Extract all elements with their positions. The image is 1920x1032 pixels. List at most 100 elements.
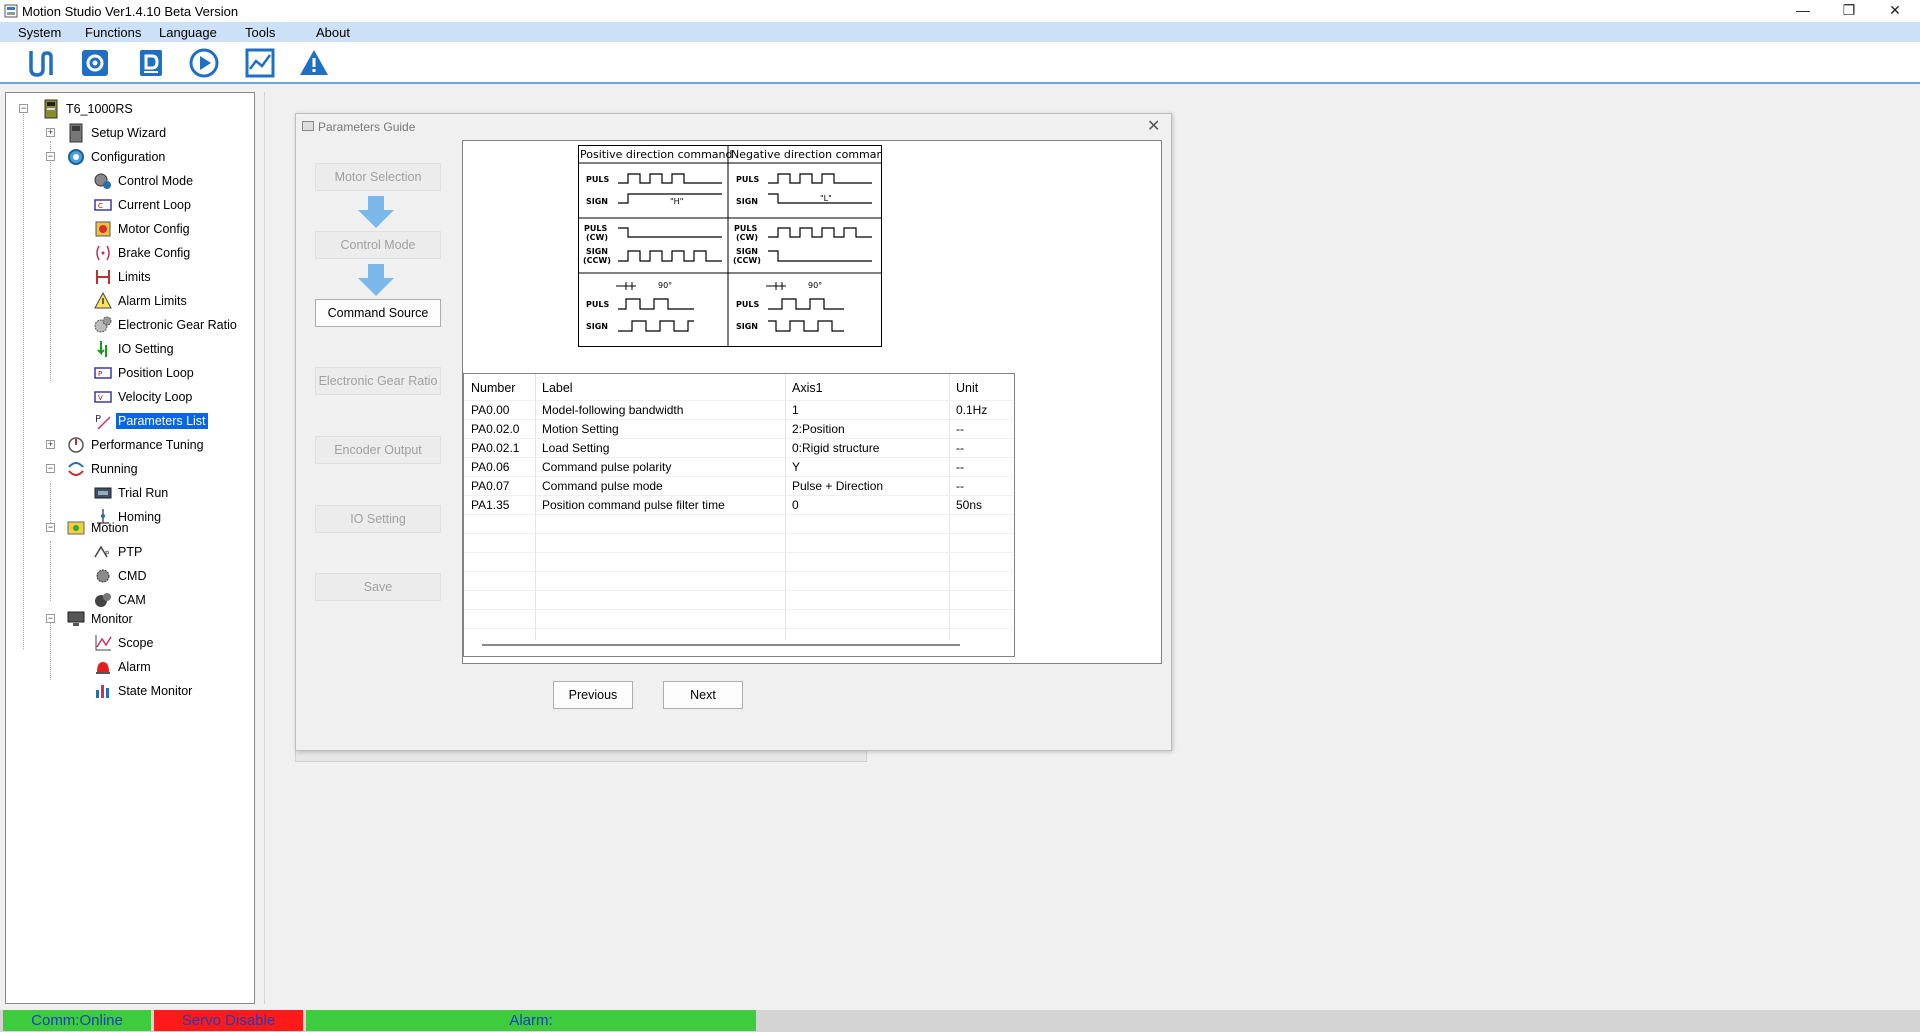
menu-functions[interactable]: Functions: [85, 25, 141, 40]
high-level-label: "H": [670, 197, 683, 206]
motion-icon: [67, 521, 85, 535]
table-row[interactable]: PA0.02.0 Motion Setting 2:Position --: [464, 419, 1014, 438]
project-tree: − T6_1000RS + Setup Wizard − Configurati…: [5, 92, 255, 1004]
cell-value[interactable]: 0: [792, 498, 799, 512]
maximize-button[interactable]: ❐: [1826, 0, 1872, 22]
tree-label: PTP: [118, 545, 143, 559]
step-command-source[interactable]: Command Source: [315, 299, 441, 327]
table-row[interactable]: PA0.00 Model-following bandwidth 1 0.1Hz: [464, 400, 1014, 419]
expand-toggle[interactable]: +: [46, 128, 55, 137]
svg-text:P: P: [105, 550, 109, 558]
positive-direction-header: Positive direction command: [580, 148, 733, 161]
status-bar: Comm:Online Servo Disable Alarm:: [0, 1010, 1920, 1032]
menu-tools[interactable]: Tools: [245, 25, 275, 40]
tree-item-motor-config[interactable]: Motor Config: [93, 219, 192, 239]
state-monitor-icon: [96, 685, 109, 698]
pulse-mode-diagram: Positive direction command Negative dire…: [578, 145, 882, 347]
cw-label: (CW): [736, 233, 758, 242]
tree-item-io-setting[interactable]: IO Setting: [93, 339, 176, 359]
tree-item-performance-tuning[interactable]: Performance Tuning: [66, 435, 206, 455]
tree-item-ptp[interactable]: P PTP: [93, 542, 144, 562]
tree-label: Alarm: [118, 660, 151, 674]
ccw-label: (CCW): [583, 256, 611, 265]
puls-cw-label: PULS: [584, 224, 607, 233]
cell-value[interactable]: Y: [792, 460, 800, 474]
table-row[interactable]: PA0.02.1 Load Setting 0:Rigid structure …: [464, 438, 1014, 457]
table-row[interactable]: PA0.07 Command pulse mode Pulse + Direct…: [464, 476, 1014, 495]
connect-icon[interactable]: [26, 47, 58, 79]
table-row[interactable]: PA0.06 Command pulse polarity Y --: [464, 457, 1014, 476]
tree-label: State Monitor: [118, 684, 193, 698]
tree-item-scope[interactable]: Scope: [93, 633, 155, 653]
step-save[interactable]: Save: [315, 573, 441, 601]
expand-toggle[interactable]: +: [46, 440, 55, 449]
cell-unit: --: [956, 422, 964, 436]
tree-item-position-loop[interactable]: P Position Loop: [93, 363, 196, 383]
menu-system[interactable]: System: [18, 25, 61, 40]
tree-item-state-monitor[interactable]: State Monitor: [93, 681, 194, 701]
cell-value[interactable]: 2:Position: [792, 422, 845, 436]
svg-text:V: V: [98, 394, 103, 402]
running-icon: [68, 462, 84, 476]
step-control-mode[interactable]: Control Mode: [315, 231, 441, 259]
expand-toggle[interactable]: −: [46, 152, 55, 161]
tree-item-alarm-limits[interactable]: Alarm Limits: [93, 291, 189, 311]
drive-icon[interactable]: [135, 47, 167, 79]
expand-toggle[interactable]: −: [19, 104, 28, 113]
horizontal-scrollbar[interactable]: [482, 644, 960, 646]
tree-item-running[interactable]: Running: [66, 459, 140, 479]
menu-about[interactable]: About: [316, 25, 350, 40]
menu-language[interactable]: Language: [159, 25, 217, 40]
tree-label: Position Loop: [118, 366, 194, 380]
next-button[interactable]: Next: [663, 681, 743, 709]
tree-item-cmd[interactable]: CMD: [93, 566, 148, 586]
cell-value[interactable]: 0:Rigid structure: [792, 441, 879, 455]
tree-item-alarm[interactable]: Alarm: [93, 657, 153, 677]
tree-item-parameters-list[interactable]: P Parameters List: [93, 411, 208, 431]
play-icon[interactable]: [188, 47, 220, 79]
table-row: [464, 590, 1014, 609]
tree-item-electronic-gear-ratio[interactable]: Electronic Gear Ratio: [93, 315, 239, 335]
alarm-icon: [96, 662, 110, 674]
tree-item-brake-config[interactable]: Brake Config: [93, 243, 192, 263]
chart-icon[interactable]: [244, 47, 276, 79]
cell-value[interactable]: 1: [792, 403, 799, 417]
tree-item-setup-wizard[interactable]: Setup Wizard: [66, 123, 168, 143]
tree-item-cam[interactable]: CAM: [93, 590, 148, 610]
step-encoder-output[interactable]: Encoder Output: [315, 436, 441, 464]
io-setting-icon: [97, 341, 107, 357]
cell-number: PA0.02.1: [471, 441, 520, 455]
settings-icon[interactable]: [79, 47, 111, 79]
window-title: Motion Studio Ver1.4.10 Beta Version: [22, 4, 239, 19]
expand-toggle[interactable]: −: [46, 614, 55, 623]
cam-icon: [95, 593, 111, 607]
tree-item-trial-run[interactable]: Trial Run: [93, 483, 170, 503]
tree-item-velocity-loop[interactable]: V Velocity Loop: [93, 387, 194, 407]
tree-item-current-loop[interactable]: C Current Loop: [93, 195, 193, 215]
step-motor-selection[interactable]: Motor Selection: [315, 163, 441, 191]
cw-label: (CW): [586, 233, 608, 242]
expand-toggle[interactable]: −: [46, 523, 55, 532]
step-electronic-gear-ratio[interactable]: Electronic Gear Ratio: [315, 367, 441, 395]
table-row[interactable]: PA1.35 Position command pulse filter tim…: [464, 495, 1014, 514]
tree-label: Control Mode: [118, 174, 194, 188]
minimize-button[interactable]: —: [1780, 0, 1826, 22]
ptp-icon: P: [94, 545, 109, 558]
tree-item-monitor[interactable]: Monitor: [66, 609, 135, 629]
cell-label: Model-following bandwidth: [542, 403, 684, 417]
expand-toggle[interactable]: −: [46, 464, 55, 473]
previous-button[interactable]: Previous: [553, 681, 633, 709]
tree-item-control-mode[interactable]: Control Mode: [93, 171, 195, 191]
cell-number: PA0.00: [471, 403, 510, 417]
close-button[interactable]: ✕: [1872, 0, 1918, 22]
tree-item-motion[interactable]: Motion: [66, 518, 131, 538]
tree-item-configuration[interactable]: Configuration: [66, 147, 167, 167]
cell-value[interactable]: Pulse + Direction: [792, 479, 883, 493]
tree-item-limits[interactable]: Limits: [93, 267, 153, 287]
warning-icon[interactable]: [298, 47, 330, 79]
tree-root[interactable]: T6_1000RS: [41, 99, 135, 119]
negative-direction-header: Negative direction command: [731, 148, 882, 161]
step-io-setting[interactable]: IO Setting: [315, 505, 441, 533]
tree-label: Running: [91, 462, 138, 476]
dialog-close-button[interactable]: ✕: [1147, 116, 1160, 136]
